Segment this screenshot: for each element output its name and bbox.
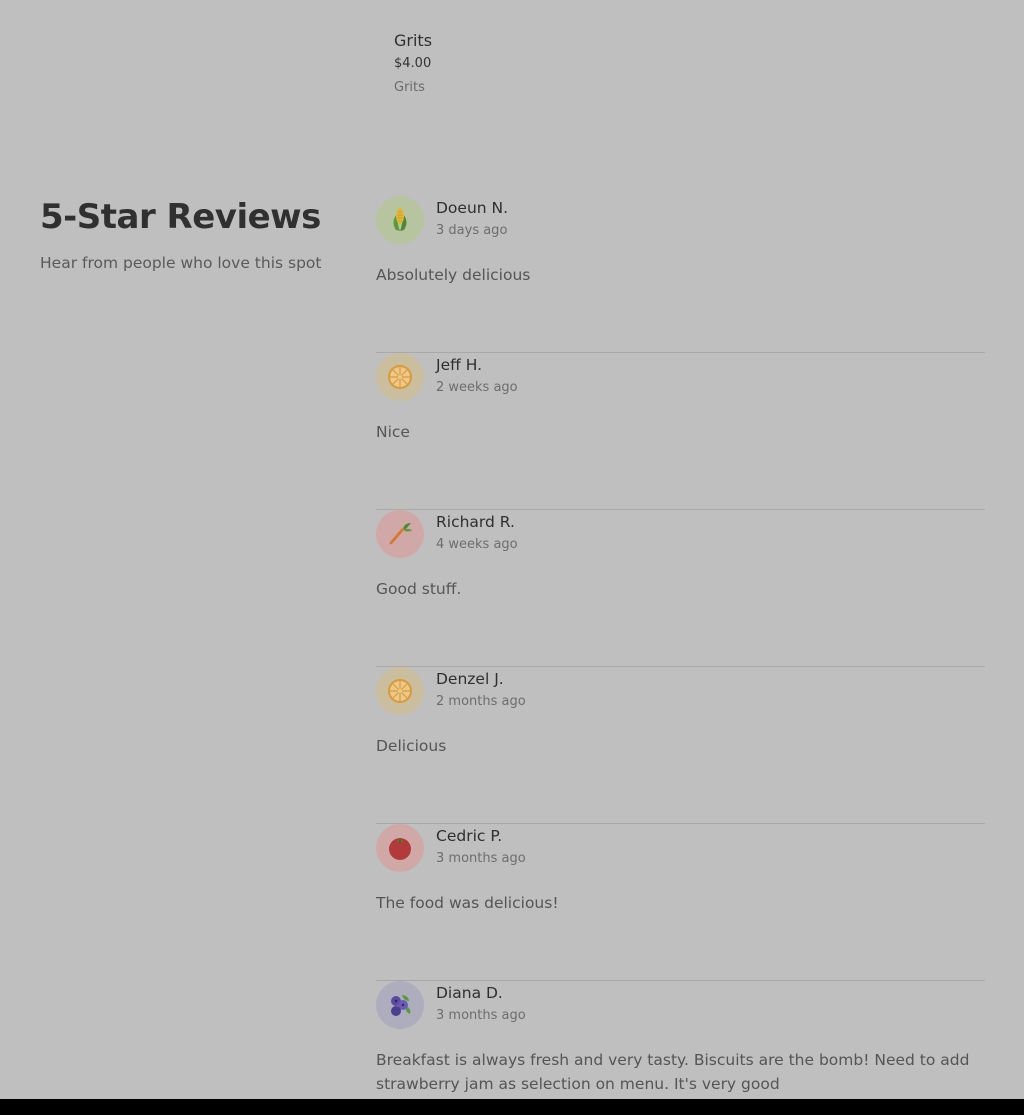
- menu-item-description: Grits: [394, 80, 425, 95]
- review-item: Doeun N. 3 days ago Absolutely delicious: [376, 196, 985, 353]
- review-text: Absolutely delicious: [376, 266, 531, 284]
- review-header: Richard R. 4 weeks ago: [376, 510, 518, 558]
- reviews-subtitle: Hear from people who love this spot: [40, 254, 322, 272]
- orange-slice-icon: [388, 679, 412, 703]
- menu-item-card[interactable]: Grits $4.00 Grits: [394, 30, 694, 97]
- review-date: 3 months ago: [436, 1008, 526, 1023]
- orange-slice-icon: [388, 365, 412, 389]
- reviewer-name: Doeun N.: [436, 199, 509, 217]
- bottom-bar: [0, 1099, 1024, 1115]
- review-text: Breakfast is always fresh and very tasty…: [376, 1051, 970, 1093]
- review-item: Diana D. 3 months ago Breakfast is alway…: [376, 981, 985, 1115]
- review-date: 2 months ago: [436, 694, 526, 709]
- review-item: Denzel J. 2 months ago Delicious: [376, 667, 985, 824]
- review-header: Diana D. 3 months ago: [376, 981, 526, 1029]
- review-item: Richard R. 4 weeks ago Good stuff.: [376, 510, 985, 667]
- reviews-title: 5-Star Reviews: [40, 197, 321, 237]
- reviews-header: 5-Star Reviews Hear from people who love…: [40, 196, 340, 274]
- corn-icon: [393, 208, 407, 231]
- review-text: Good stuff.: [376, 580, 462, 598]
- review-header: Doeun N. 3 days ago: [376, 196, 508, 244]
- avatar: [376, 667, 424, 715]
- menu-item-name: Grits: [394, 31, 433, 50]
- carrot-icon: [389, 523, 412, 545]
- avatar: [376, 196, 424, 244]
- review-header: Denzel J. 2 months ago: [376, 667, 526, 715]
- reviewer-name: Richard R.: [436, 513, 515, 531]
- reviewer-name: Jeff H.: [436, 356, 483, 374]
- review-date: 3 months ago: [436, 851, 526, 866]
- review-item: Cedric P. 3 months ago The food was deli…: [376, 824, 985, 981]
- review-date: 3 days ago: [436, 223, 508, 238]
- tomato-icon: [389, 838, 411, 860]
- blueberries-icon: [391, 995, 411, 1016]
- store-page: Grits $4.00 Grits 5-Star Reviews Hear fr…: [0, 0, 1024, 1115]
- reviewer-name: Diana D.: [436, 984, 503, 1002]
- review-text: Delicious: [376, 737, 447, 755]
- review-item: Jeff H. 2 weeks ago Nice: [376, 353, 985, 510]
- review-header: Jeff H. 2 weeks ago: [376, 353, 518, 401]
- avatar: [376, 981, 424, 1029]
- review-list: Doeun N. 3 days ago Absolutely delicious: [376, 196, 985, 1115]
- avatar: [376, 353, 424, 401]
- avatar: [376, 510, 424, 558]
- reviewer-name: Cedric P.: [436, 827, 503, 845]
- avatar: [376, 824, 424, 872]
- review-date: 4 weeks ago: [436, 537, 518, 552]
- reviewer-name: Denzel J.: [436, 670, 504, 688]
- review-date: 2 weeks ago: [436, 380, 518, 395]
- review-text: Nice: [376, 423, 410, 441]
- review-text: The food was delicious!: [376, 894, 559, 912]
- review-header: Cedric P. 3 months ago: [376, 824, 526, 872]
- menu-item-price: $4.00: [394, 56, 432, 71]
